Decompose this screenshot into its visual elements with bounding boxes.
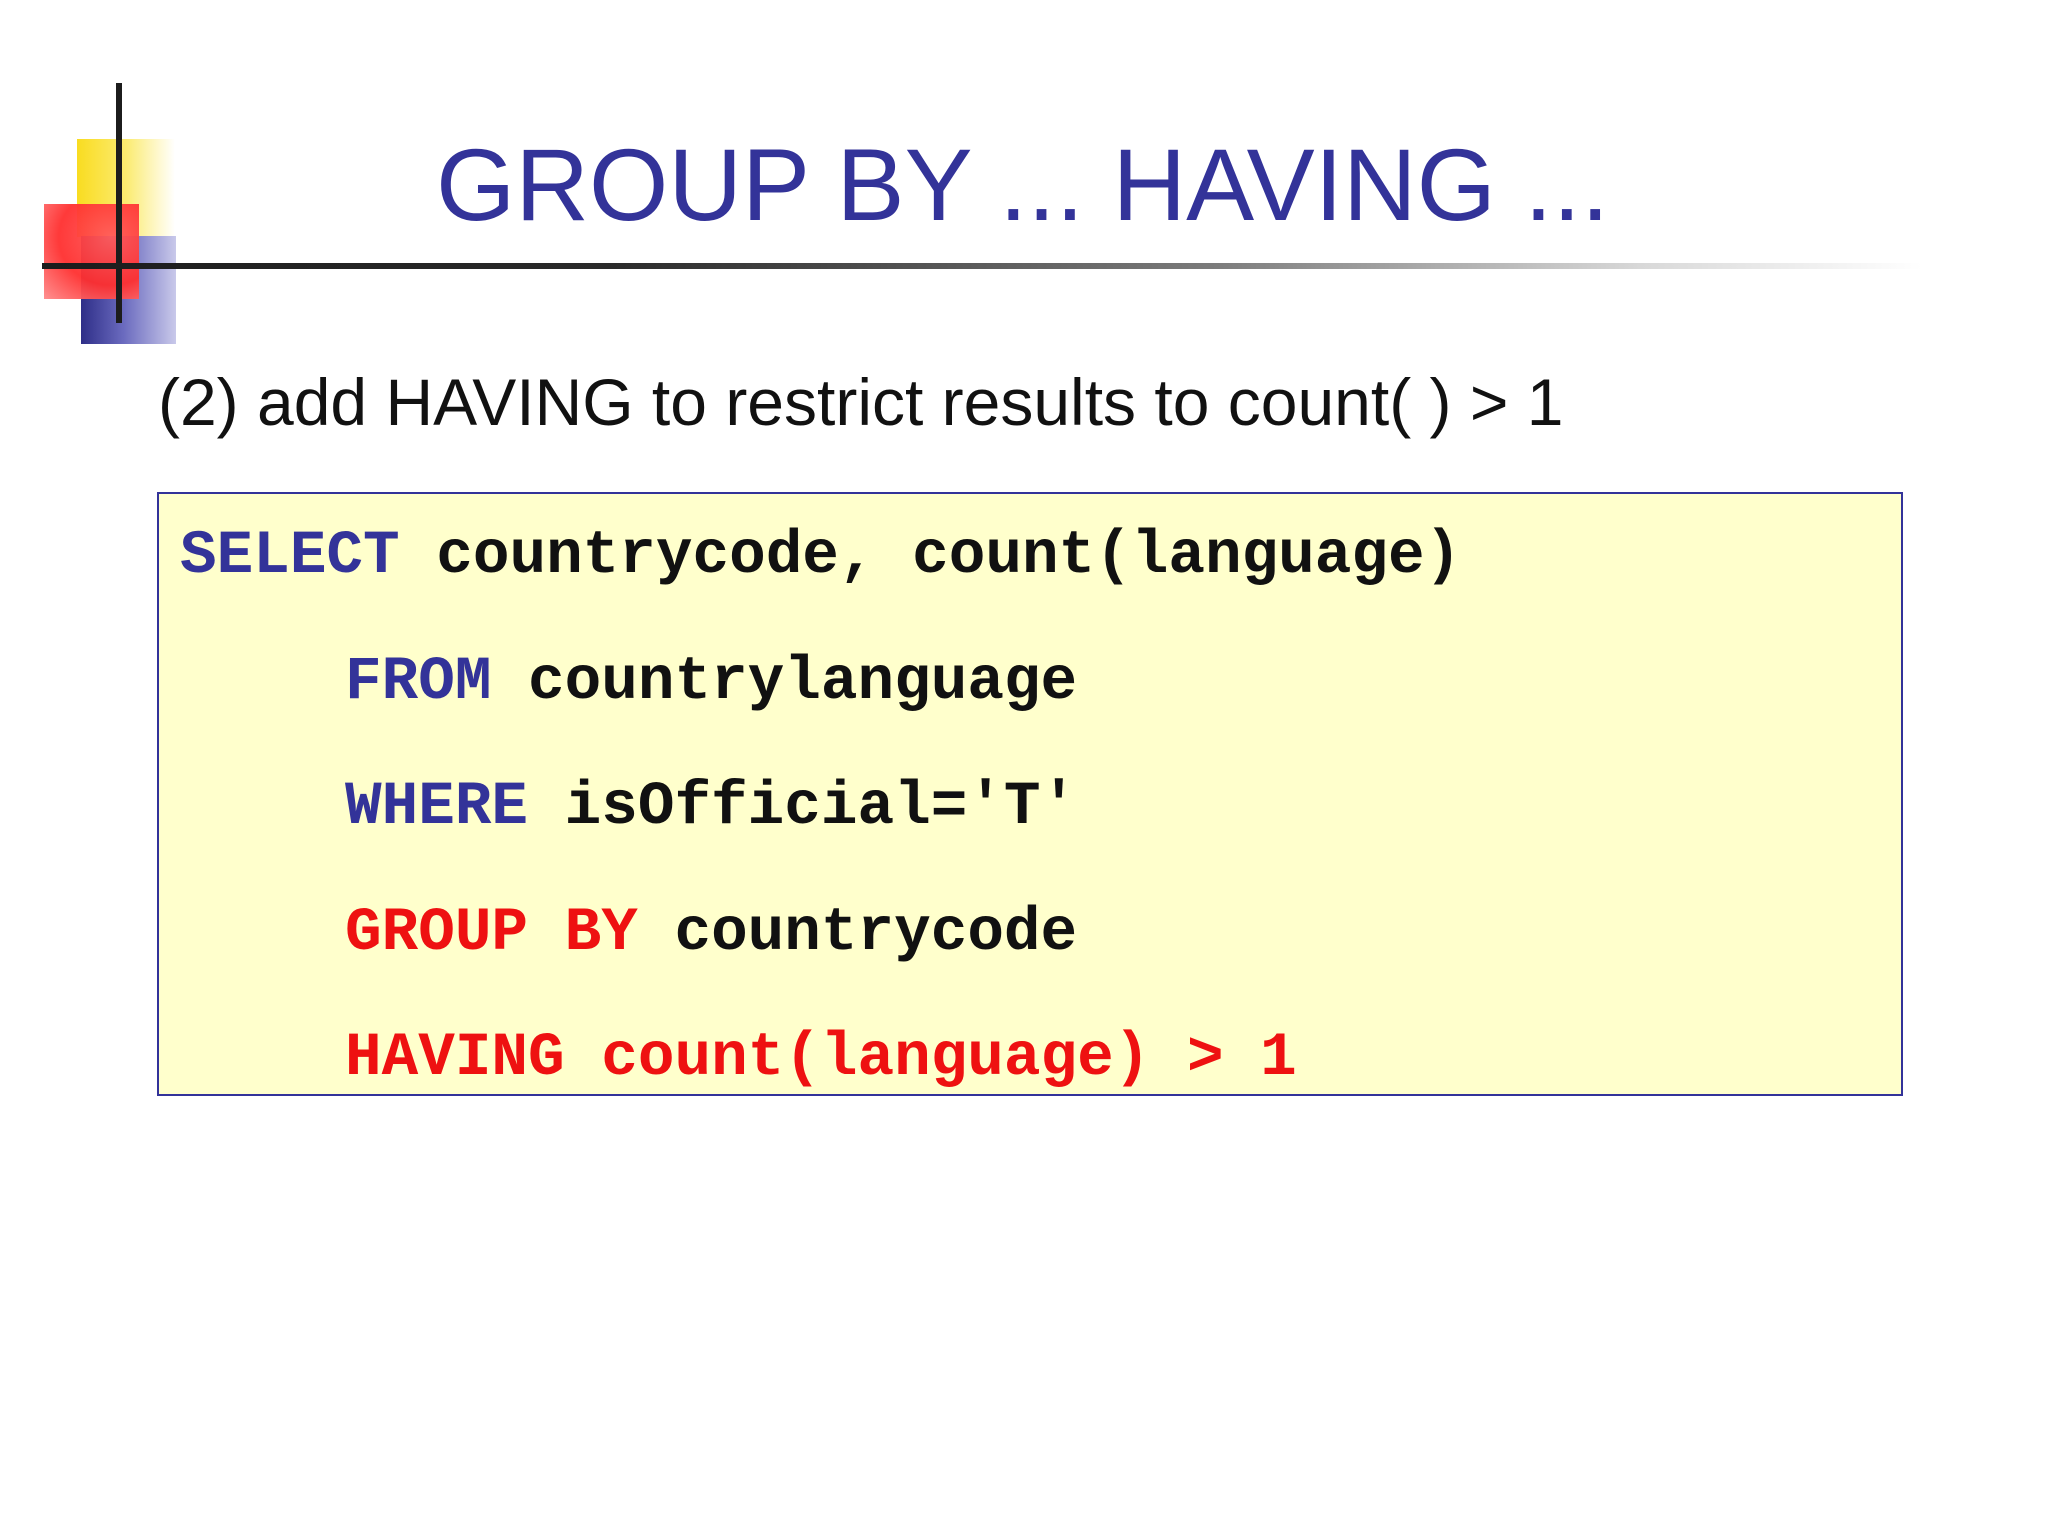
vertical-rule <box>116 83 122 323</box>
sql-code-box: SELECT countrycode, count(language) FROM… <box>157 492 1903 1096</box>
decorative-logo-icon <box>0 0 200 360</box>
code-text-from: countrylanguage <box>491 648 1078 717</box>
keyword-where: WHERE <box>345 773 529 842</box>
keyword-group-by: GROUP BY <box>345 899 638 968</box>
code-text-where: isOfficial='T' <box>528 773 1078 842</box>
code-line-from: FROM countrylanguage <box>345 648 1077 718</box>
slide-title: GROUP BY ... HAVING ... <box>436 128 1610 242</box>
keyword-having: HAVING <box>345 1024 565 1093</box>
code-line-group-by: GROUP BY countrycode <box>345 899 1077 969</box>
code-line-having: HAVING count(language) > 1 <box>345 1024 1297 1094</box>
code-text-group-by: countrycode <box>637 899 1078 968</box>
red-square-icon <box>44 204 139 299</box>
title-underline <box>42 263 1922 269</box>
code-line-where: WHERE isOfficial='T' <box>345 773 1077 843</box>
code-text-select: countrycode, count(language) <box>399 522 1462 591</box>
code-line-select: SELECT countrycode, count(language) <box>180 522 1461 592</box>
slide-subtitle: (2) add HAVING to restrict results to co… <box>158 365 1564 439</box>
code-text-having: count(language) > 1 <box>564 1024 1297 1093</box>
slide: GROUP BY ... HAVING ... (2) add HAVING t… <box>0 0 2048 1536</box>
keyword-select: SELECT <box>180 522 400 591</box>
keyword-from: FROM <box>345 648 492 717</box>
